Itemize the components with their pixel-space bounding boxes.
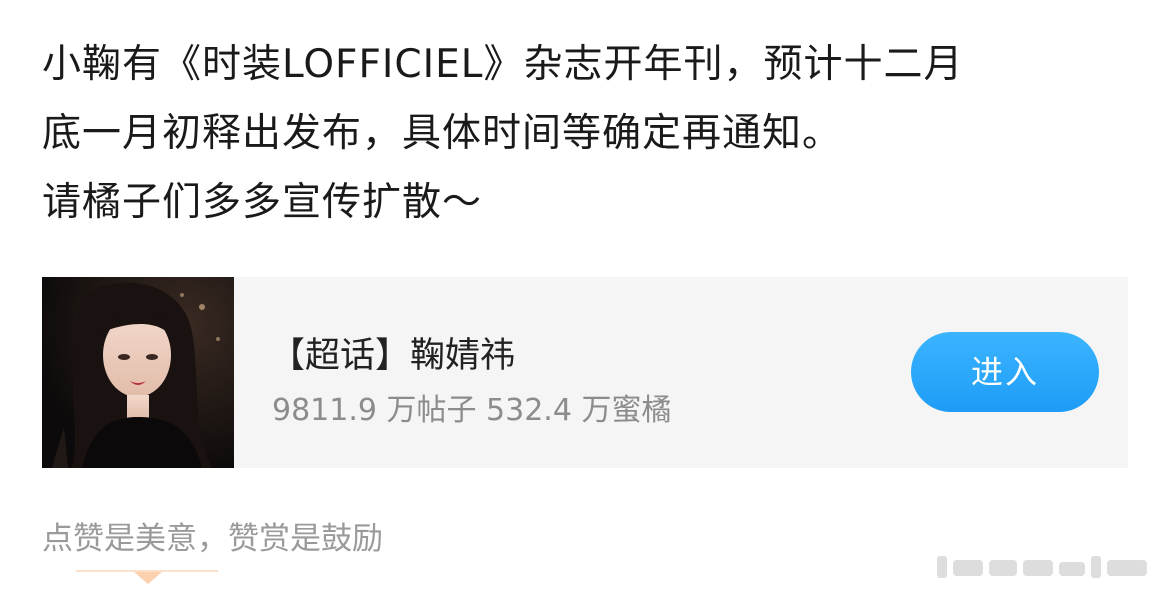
- reward-prompt-text: 点赞是美意，赞赏是鼓励: [42, 521, 383, 557]
- weibo-post-page: 小鞠有《时装LOFFICIEL》杂志开年刊，预计十二月 底一月初释出发布，具体时…: [0, 0, 1170, 592]
- post-line-2: 底一月初释出发布，具体时间等确定再通知。: [42, 111, 843, 156]
- post-line-1: 小鞠有《时装LOFFICIEL》杂志开年刊，预计十二月: [42, 42, 964, 87]
- chevron-down-icon: [134, 572, 162, 584]
- enter-supertopic-button[interactable]: 进入: [911, 332, 1099, 412]
- supertopic-title: 【超话】鞠婧祎: [270, 336, 516, 376]
- post-line-3: 请橘子们多多宣传扩散～: [42, 180, 483, 225]
- supertopic-card[interactable]: 【超话】鞠婧祎 9811.9 万帖子 532.4 万蜜橘 进入: [42, 277, 1128, 468]
- blurred-watermark: [937, 556, 1147, 578]
- supertopic-stats: 9811.9 万帖子 532.4 万蜜橘: [272, 393, 672, 428]
- post-body-text: 小鞠有《时装LOFFICIEL》杂志开年刊，预计十二月 底一月初释出发布，具体时…: [42, 30, 1132, 237]
- supertopic-cover-image: [42, 277, 234, 468]
- reward-expand-indicator[interactable]: [76, 568, 218, 592]
- portrait-photo-icon: [42, 277, 234, 468]
